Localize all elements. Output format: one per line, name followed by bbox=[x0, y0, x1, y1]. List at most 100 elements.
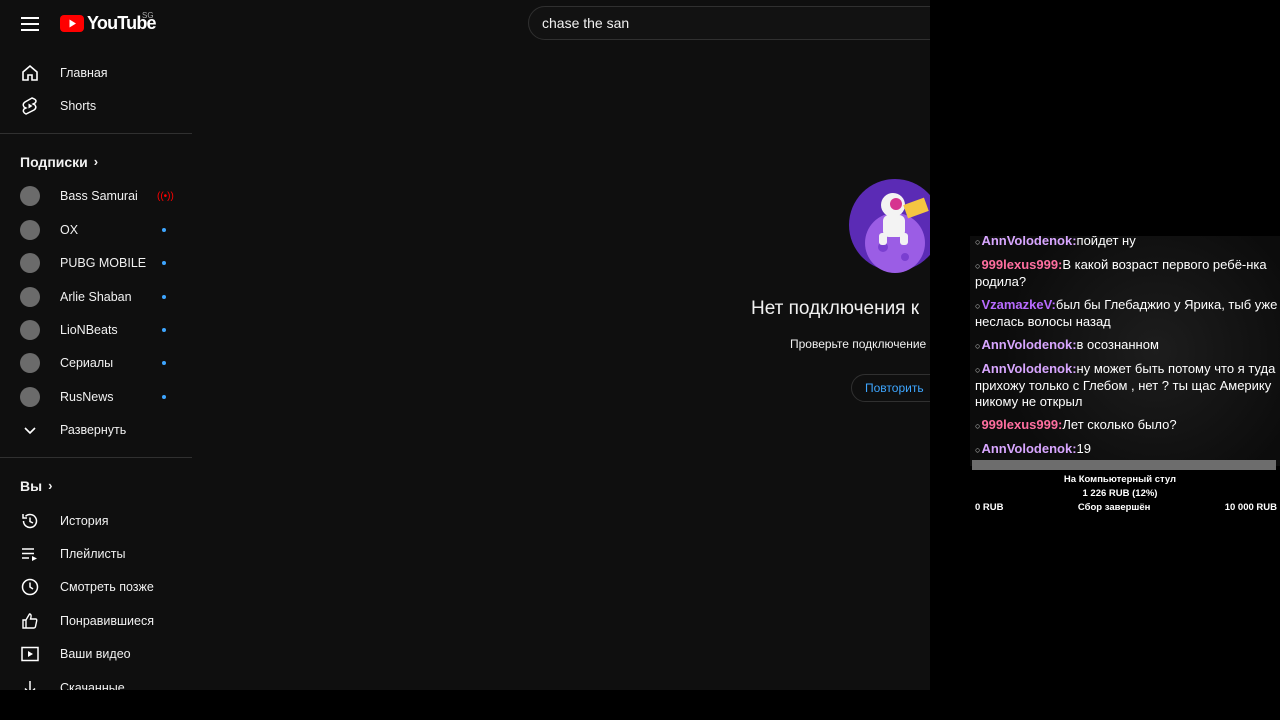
retry-button[interactable]: Повторить bbox=[851, 374, 930, 402]
sidebar-item-home[interactable]: Главная bbox=[0, 56, 192, 89]
channel-avatar bbox=[20, 219, 40, 240]
you-header[interactable]: Вы › bbox=[0, 468, 192, 504]
chat-text: Лет сколько было? bbox=[1062, 417, 1177, 432]
chat-text: 19 bbox=[1076, 441, 1091, 456]
chat-bullet-icon: ○ bbox=[975, 237, 981, 247]
donation-status: Сбор завершён bbox=[1077, 502, 1151, 513]
download-icon bbox=[20, 678, 40, 690]
chat-overlay: ○AnnVolodenok:пойдет ну ○999lexus999:В ка… bbox=[970, 236, 1280, 466]
new-content-dot bbox=[162, 394, 166, 399]
channel-avatar bbox=[20, 186, 40, 207]
donation-min: 0 RUB bbox=[975, 502, 1004, 513]
youtube-window: YouTube SG Главная Shorts Подписки › Bas… bbox=[0, 0, 930, 690]
chat-nickname: AnnVolodenok: bbox=[981, 236, 1077, 248]
chevron-right-icon: › bbox=[48, 478, 53, 494]
sidebar-item-subscription[interactable]: Bass Samurai ((•)) bbox=[0, 180, 192, 213]
divider bbox=[0, 132, 192, 134]
channel-avatar bbox=[20, 253, 40, 274]
channel-name: Arlie Shaban bbox=[60, 289, 132, 304]
channel-name: Сериалы bbox=[60, 356, 114, 371]
channel-name: OX bbox=[60, 222, 79, 237]
chat-message: ○VzamazkeV:был бы Глебаджио у Ярика, тыб… bbox=[970, 297, 1280, 330]
watch-later-icon bbox=[20, 577, 40, 597]
your-videos-icon bbox=[20, 644, 40, 664]
sidebar-item-watch-later[interactable]: Смотреть позже bbox=[0, 571, 192, 604]
astronaut-illustration bbox=[849, 179, 930, 273]
chat-nickname: 999lexus999: bbox=[981, 417, 1063, 432]
new-content-dot bbox=[162, 261, 166, 266]
sidebar-item-subscription[interactable]: Arlie Shaban bbox=[0, 280, 192, 313]
menu-icon[interactable] bbox=[18, 12, 42, 36]
history-icon bbox=[20, 511, 40, 531]
expand-button[interactable]: Развернуть bbox=[0, 414, 192, 447]
donation-range: 0 RUB Сбор завершён 10 000 RUB bbox=[972, 502, 1280, 513]
sidebar-item-downloads[interactable]: Скачанные bbox=[0, 671, 192, 690]
channel-name: LioNBeats bbox=[60, 323, 118, 338]
you-title: Вы bbox=[20, 477, 43, 494]
new-content-dot bbox=[162, 227, 166, 232]
sidebar-item-subscription[interactable]: RusNews bbox=[0, 380, 192, 413]
sidebar-item-shorts[interactable]: Shorts bbox=[0, 89, 192, 122]
chat-nickname: AnnVolodenok: bbox=[981, 441, 1077, 456]
offline-subtitle: Проверьте подключение bbox=[790, 337, 927, 351]
chat-bullet-icon: ○ bbox=[975, 261, 981, 271]
new-content-dot bbox=[162, 294, 166, 299]
search-input[interactable] bbox=[529, 7, 930, 39]
channel-name: RusNews bbox=[60, 389, 114, 404]
donation-amount: 1 226 RUB (12%) bbox=[1082, 488, 1158, 499]
sidebar-item-label: Главная bbox=[60, 65, 108, 80]
subscriptions-title: Подписки bbox=[20, 153, 88, 170]
chat-bullet-icon: ○ bbox=[975, 421, 981, 431]
channel-avatar bbox=[20, 286, 40, 307]
chat-message: ○AnnVolodenok:ну может быть потому что я… bbox=[970, 361, 1280, 410]
playlists-icon bbox=[20, 544, 40, 564]
channel-avatar bbox=[20, 320, 40, 341]
sidebar-item-playlists[interactable]: Плейлисты bbox=[0, 537, 192, 570]
youtube-logo[interactable]: YouTube SG bbox=[60, 11, 157, 34]
chat-bullet-icon: ○ bbox=[975, 301, 981, 311]
sidebar-item-liked[interactable]: Понравившиеся bbox=[0, 604, 192, 637]
home-icon bbox=[20, 63, 40, 83]
chat-bullet-icon: ○ bbox=[975, 445, 981, 455]
chat-message: ○AnnVolodenok:19 bbox=[970, 441, 1280, 458]
chat-message: ○999lexus999:Лет сколько было? bbox=[970, 417, 1280, 434]
channel-name: Bass Samurai bbox=[60, 189, 138, 204]
sidebar-item-subscription[interactable]: PUBG MOBILE bbox=[0, 247, 192, 280]
new-content-dot bbox=[162, 328, 166, 333]
chat-message: ○999lexus999:В какой возраст первого реб… bbox=[970, 257, 1280, 290]
offline-title: Нет подключения к bbox=[751, 298, 920, 319]
chat-text: в осознанном bbox=[1076, 337, 1159, 352]
chat-bullet-icon: ○ bbox=[975, 341, 981, 351]
chat-text: пойдет ну bbox=[1076, 236, 1136, 248]
search-bar[interactable] bbox=[528, 6, 930, 40]
sidebar-item-label: Понравившиеся bbox=[60, 613, 154, 628]
chat-nickname: VzamazkeV: bbox=[981, 297, 1056, 312]
thumbs-up-icon bbox=[20, 611, 40, 631]
donation-max: 10 000 RUB bbox=[1224, 502, 1277, 513]
chat-message: ○AnnVolodenok:в осознанном bbox=[970, 337, 1280, 354]
donation-goal-title: На Компьютерный стул bbox=[1063, 474, 1177, 485]
live-icon: ((•)) bbox=[157, 190, 174, 202]
sidebar-item-your-videos[interactable]: Ваши видео bbox=[0, 637, 192, 670]
channel-name: PUBG MOBILE bbox=[60, 256, 147, 271]
new-content-dot bbox=[162, 361, 166, 366]
channel-avatar bbox=[20, 386, 40, 407]
sidebar-item-subscription[interactable]: Сериалы bbox=[0, 347, 192, 380]
sidebar-item-label: Скачанные bbox=[60, 680, 125, 690]
subscriptions-header[interactable]: Подписки › bbox=[0, 144, 192, 180]
sidebar-item-subscription[interactable]: LioNBeats bbox=[0, 313, 192, 346]
sidebar: Главная Shorts Подписки › Bass Samurai (… bbox=[0, 56, 192, 690]
chat-nickname: AnnVolodenok: bbox=[981, 337, 1077, 352]
channel-avatar bbox=[20, 353, 40, 374]
chat-nickname: 999lexus999: bbox=[981, 257, 1063, 272]
screen: YouTube SG Главная Shorts Подписки › Bas… bbox=[0, 0, 1280, 720]
sidebar-item-label: Смотреть позже bbox=[60, 580, 154, 595]
donation-goal-widget: На Компьютерный стул 1 226 RUB (12%) 0 R… bbox=[972, 474, 1280, 513]
shorts-icon bbox=[20, 96, 40, 116]
sidebar-item-history[interactable]: История bbox=[0, 504, 192, 537]
sidebar-item-label: Ваши видео bbox=[60, 647, 131, 662]
chat-nickname: AnnVolodenok: bbox=[981, 361, 1077, 376]
chat-bullet-icon: ○ bbox=[975, 365, 981, 375]
sidebar-item-subscription[interactable]: OX bbox=[0, 213, 192, 246]
expand-label: Развернуть bbox=[60, 423, 127, 438]
